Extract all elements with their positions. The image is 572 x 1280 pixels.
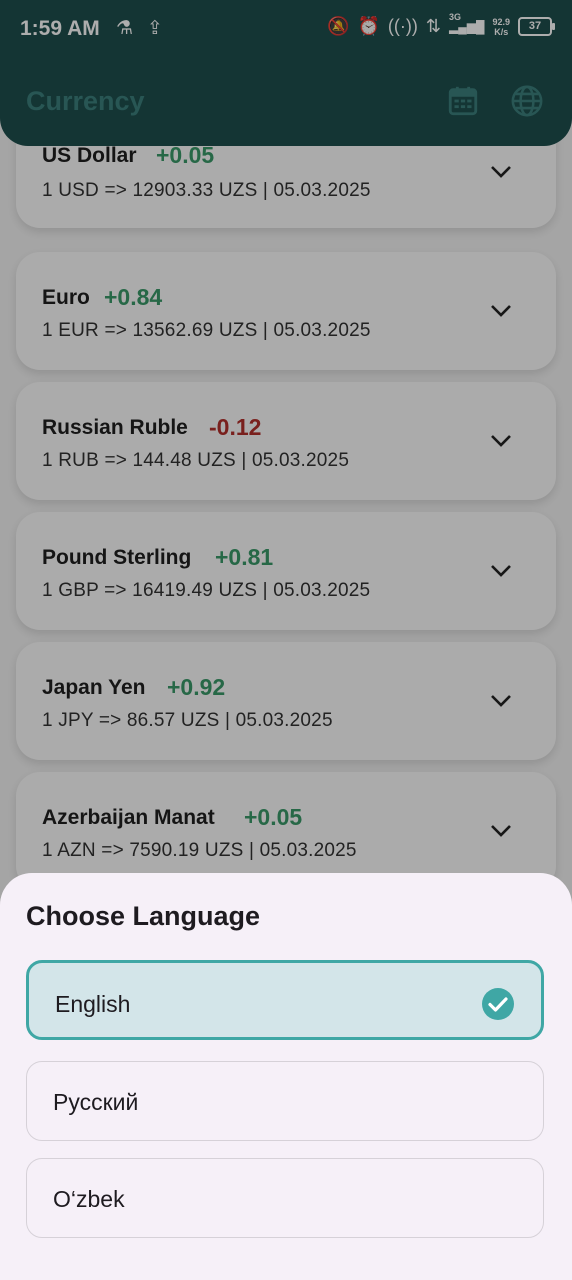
check-circle-icon (482, 988, 514, 1020)
language-label: Русский (53, 1089, 139, 1115)
sheet-title: Choose Language (26, 901, 261, 931)
language-option-russian[interactable]: Русский (26, 1061, 544, 1141)
language-label: English (55, 991, 131, 1017)
language-label: O‘zbek (53, 1186, 125, 1212)
language-option-uzbek[interactable]: O‘zbek (26, 1158, 544, 1238)
language-bottom-sheet: Choose Language English Русский O‘zbek (0, 873, 572, 1280)
language-option-english[interactable]: English (26, 960, 544, 1040)
